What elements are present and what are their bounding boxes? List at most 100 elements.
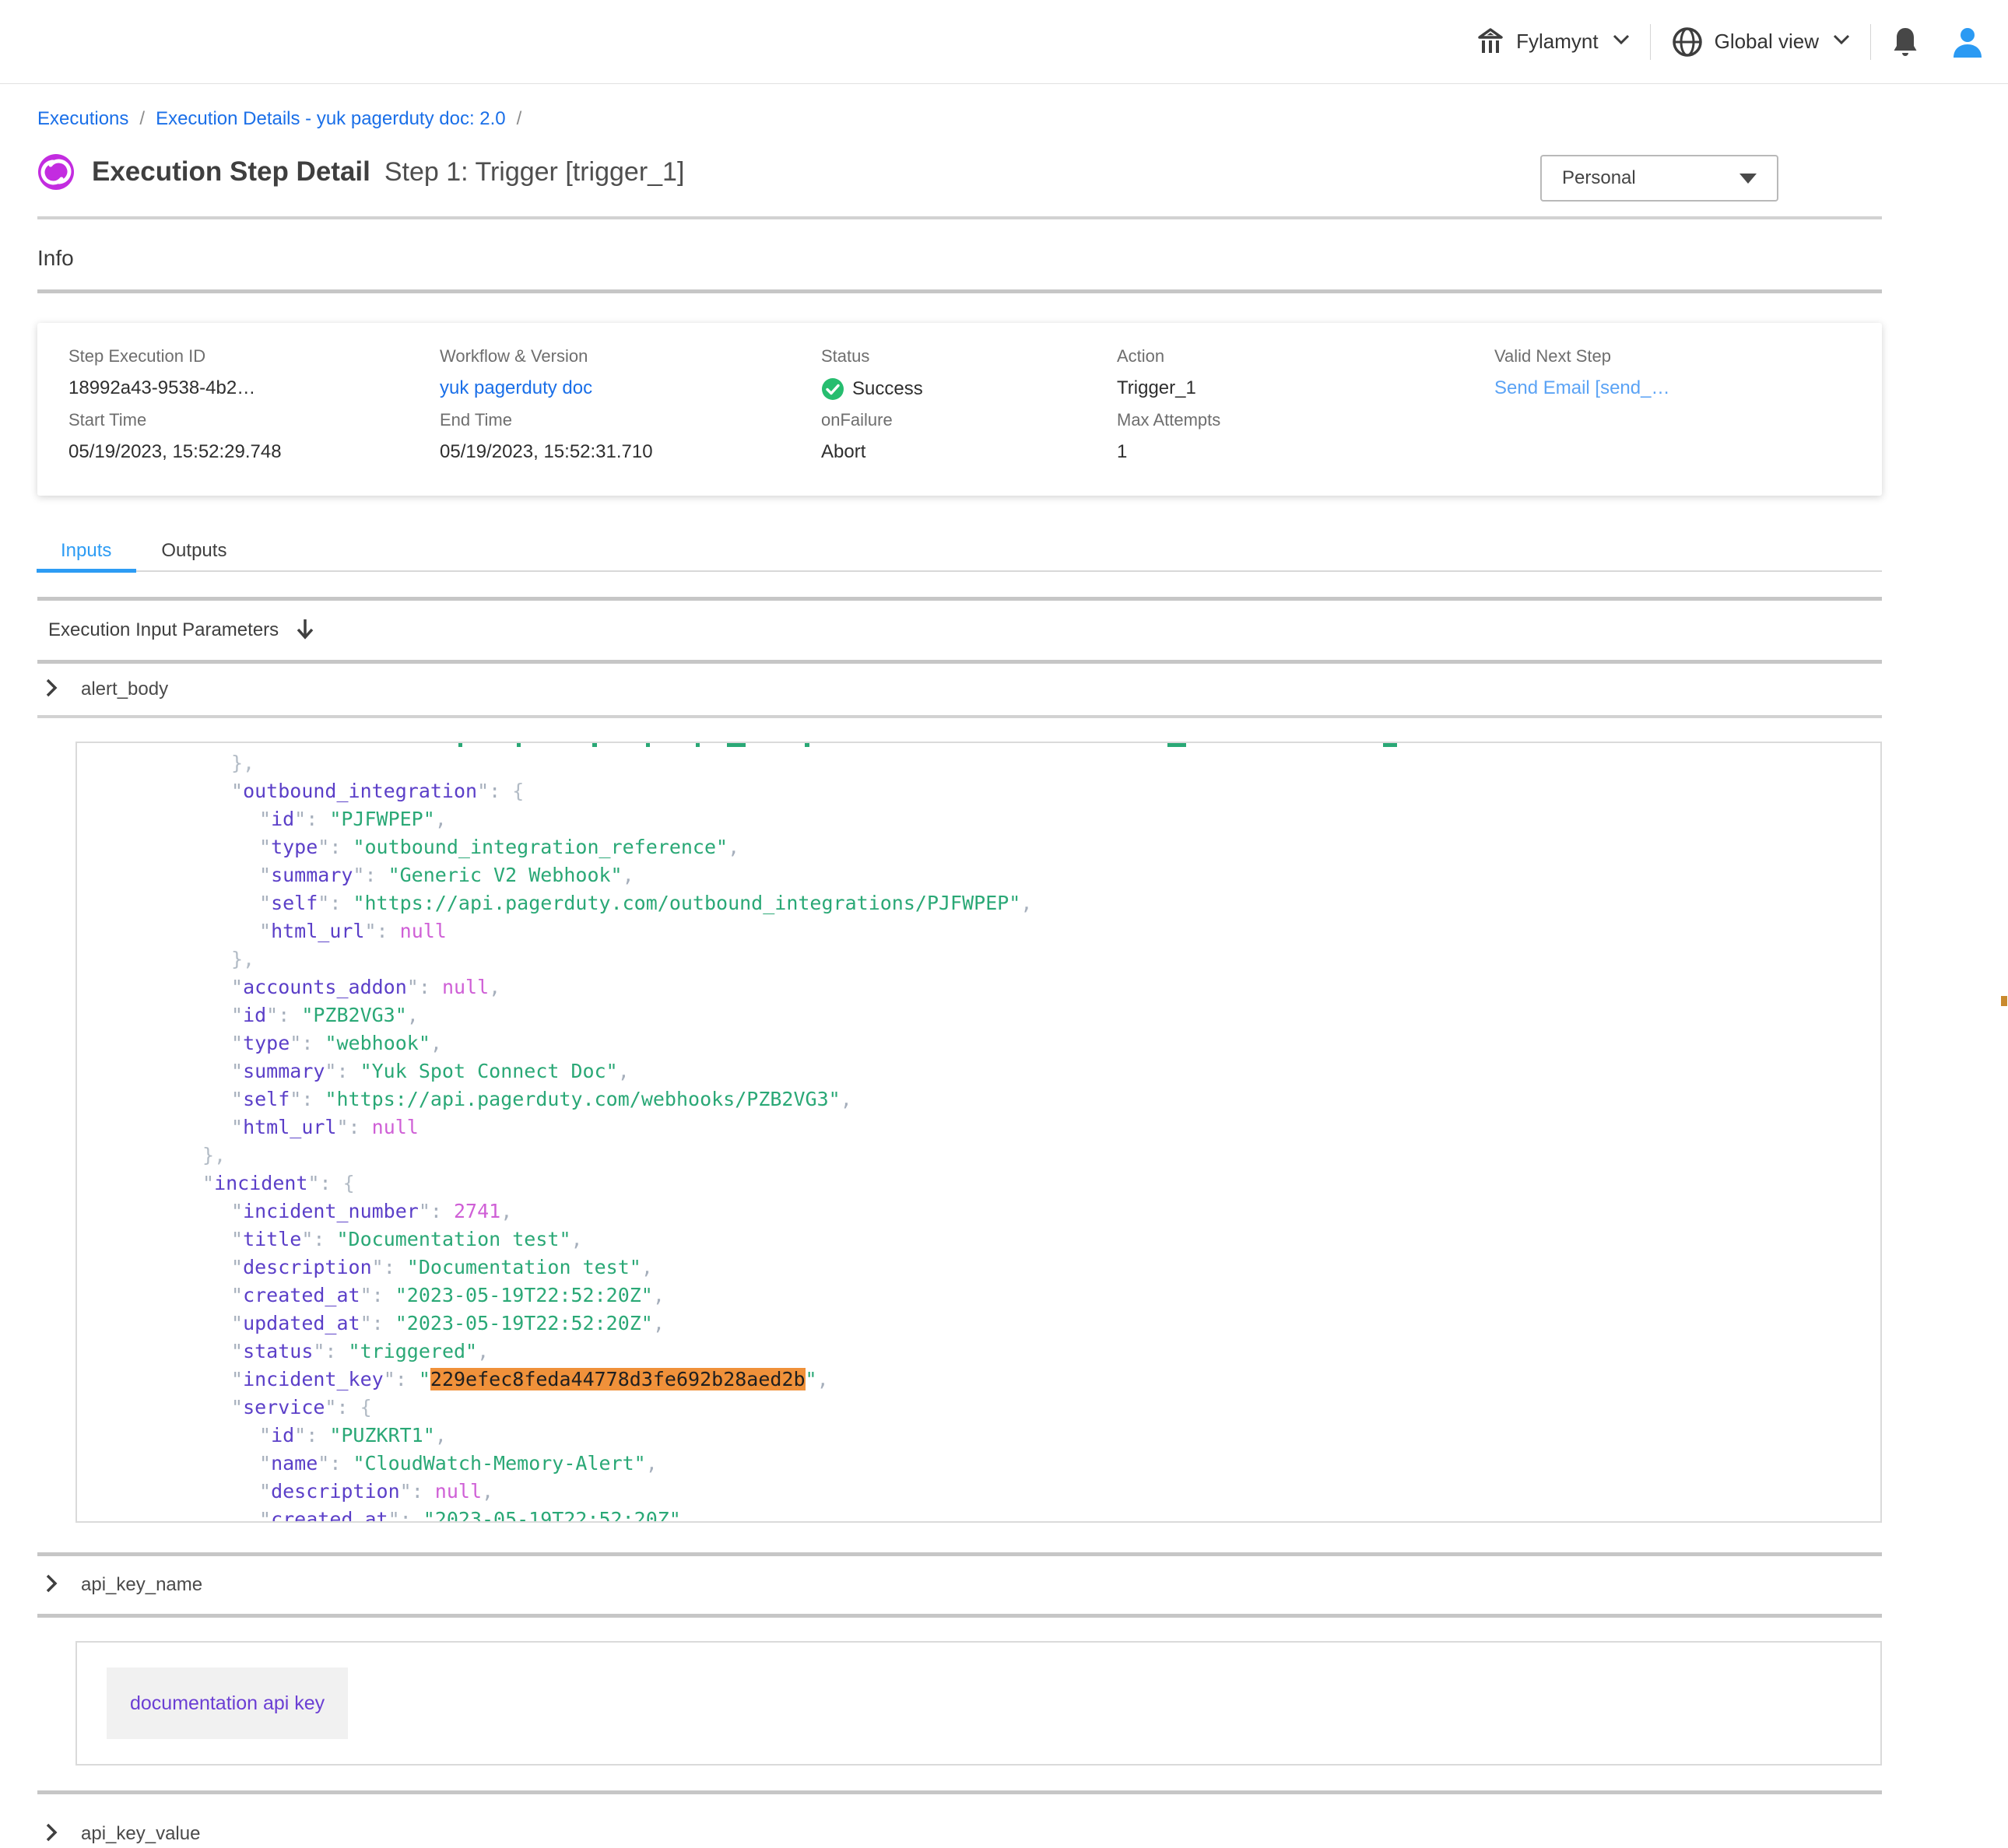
field-value-link[interactable]: yuk pagerduty doc bbox=[440, 377, 592, 398]
status-badge: Success bbox=[821, 377, 1117, 401]
field-value: 05/19/2023, 15:52:31.710 bbox=[440, 441, 821, 463]
chevron-down-icon bbox=[1833, 34, 1850, 49]
execution-input-parameters-header: Execution Input Parameters bbox=[37, 601, 1882, 660]
bank-icon bbox=[1476, 26, 1505, 58]
code-line: "title": "Documentation test", bbox=[77, 1226, 1880, 1254]
param-label: api_key_value bbox=[81, 1823, 200, 1845]
notifications-button[interactable] bbox=[1891, 26, 1919, 58]
param-row-api-key-value[interactable]: api_key_value bbox=[37, 1805, 1882, 1848]
code-line: "status": "triggered", bbox=[77, 1338, 1880, 1366]
code-line: "self": "https://api.pagerduty.com/webho… bbox=[77, 1085, 1880, 1113]
param-label: alert_body bbox=[81, 679, 168, 700]
arrow-down-icon[interactable] bbox=[296, 618, 314, 643]
field-value-link[interactable]: Send Email [send_… bbox=[1494, 377, 1669, 398]
field-label: Max Attempts bbox=[1117, 410, 1494, 430]
breadcrumb-executions-link[interactable]: Executions bbox=[37, 108, 128, 130]
divider bbox=[37, 715, 1882, 718]
code-line: "updated_at": "2023-05-19T22:52:20Z", bbox=[77, 1310, 1880, 1338]
page-subtitle: Step 1: Trigger [trigger_1] bbox=[384, 157, 685, 188]
topbar-divider bbox=[1650, 24, 1651, 60]
code-line: "description": "Documentation test", bbox=[77, 1254, 1880, 1282]
execution-step-detail-page: Fylamynt Global view bbox=[0, 0, 2008, 1848]
breadcrumb-separator: / bbox=[517, 108, 522, 130]
info-field-5: Start Time 05/19/2023, 15:52:29.748 bbox=[68, 410, 440, 474]
topbar-divider bbox=[1870, 24, 1871, 60]
code-line: "type": "webhook", bbox=[77, 1029, 1880, 1057]
view-menu[interactable]: Global view bbox=[1671, 26, 1850, 58]
code-line: "self": "https://api.pagerduty.com/outbo… bbox=[77, 889, 1880, 917]
info-field-9 bbox=[1494, 410, 1851, 474]
field-value: 18992a43-9538-4b2… bbox=[68, 377, 440, 399]
api-key-name-value-box: documentation api key bbox=[75, 1641, 1882, 1766]
code-line: "id": "PJFWPEP", bbox=[77, 805, 1880, 833]
code-line: }, bbox=[77, 945, 1880, 973]
info-field-3: Action Trigger_1 bbox=[1117, 346, 1494, 410]
org-menu[interactable]: Fylamynt bbox=[1476, 26, 1629, 58]
divider bbox=[37, 289, 1882, 293]
field-label: Action bbox=[1117, 346, 1494, 366]
field-value: 05/19/2023, 15:52:29.748 bbox=[68, 441, 440, 463]
field-value: 1 bbox=[1117, 441, 1494, 463]
breadcrumb-separator: / bbox=[139, 108, 145, 130]
code-line: "accounts_addon": null, bbox=[77, 973, 1880, 1001]
field-label: Status bbox=[821, 346, 1117, 366]
scrollbar-find-marker bbox=[2001, 996, 2007, 1006]
param-label: api_key_name bbox=[81, 1574, 202, 1596]
code-line: "incident_number": 2741, bbox=[77, 1198, 1880, 1226]
code-line: "html_url": null bbox=[77, 917, 1880, 945]
scope-select-value: Personal bbox=[1562, 167, 1636, 189]
clipped-code-line bbox=[77, 743, 1880, 749]
globe-icon bbox=[1671, 26, 1704, 58]
field-value: Trigger_1 bbox=[1117, 377, 1494, 399]
code-line: "summary": "Yuk Spot Connect Doc", bbox=[77, 1057, 1880, 1085]
breadcrumb: Executions / Execution Details - yuk pag… bbox=[37, 107, 1882, 131]
code-line: "summary": "Generic V2 Webhook", bbox=[77, 861, 1880, 889]
param-row-alert-body[interactable]: alert_body bbox=[37, 664, 1882, 715]
code-line: "outbound_integration": { bbox=[77, 777, 1880, 805]
avatar bbox=[1950, 25, 1985, 59]
code-line: "description": null, bbox=[77, 1478, 1880, 1506]
section-label: Execution Input Parameters bbox=[48, 619, 279, 641]
code-line: "type": "outbound_integration_reference"… bbox=[77, 833, 1880, 861]
info-field-6: End Time 05/19/2023, 15:52:31.710 bbox=[440, 410, 821, 474]
success-check-icon bbox=[821, 377, 844, 401]
code-line: "incident": { bbox=[77, 1169, 1880, 1198]
org-name: Fylamynt bbox=[1516, 30, 1598, 54]
info-field-7: onFailure Abort bbox=[821, 410, 1117, 474]
tab-inputs[interactable]: Inputs bbox=[37, 531, 136, 570]
info-card: Step Execution ID18992a43-9538-4b2…Workf… bbox=[37, 323, 1882, 496]
field-label: onFailure bbox=[821, 410, 1117, 430]
bell-icon bbox=[1891, 26, 1919, 58]
tab-outputs[interactable]: Outputs bbox=[136, 531, 251, 570]
tab-bar: InputsOutputs bbox=[37, 531, 1882, 572]
main-content: Executions / Execution Details - yuk pag… bbox=[37, 107, 1882, 1848]
chevron-down-icon bbox=[1613, 34, 1630, 49]
alert-body-json-viewer[interactable]: }, "outbound_integration": {"id": "PJFWPE… bbox=[75, 742, 1882, 1523]
field-label: Step Execution ID bbox=[68, 346, 440, 366]
code-line: "created_at": "2023-05-19T22:52:20Z", bbox=[77, 1282, 1880, 1310]
info-field-0: Step Execution ID 18992a43-9538-4b2… bbox=[68, 346, 440, 410]
workflow-logo-icon bbox=[37, 153, 75, 191]
code-line: "id": "PZB2VG3", bbox=[77, 1001, 1880, 1029]
highlighted-incident-key: 229efec8feda44778d3fe692b28aed2b bbox=[430, 1368, 806, 1390]
account-button[interactable] bbox=[1950, 25, 1985, 59]
code-line: "created_at": "2023-05-19T22:52:20Z" bbox=[77, 1506, 1880, 1523]
code-line: }, bbox=[77, 1141, 1880, 1169]
field-label: Start Time bbox=[68, 410, 440, 430]
divider bbox=[37, 216, 1882, 219]
scope-select[interactable]: Personal bbox=[1540, 155, 1778, 202]
param-row-api-key-name[interactable]: api_key_name bbox=[37, 1556, 1882, 1614]
code-line: "incident_key": "229efec8feda44778d3fe69… bbox=[77, 1366, 1880, 1394]
breadcrumb-execution-details-link[interactable]: Execution Details - yuk pagerduty doc: 2… bbox=[156, 108, 506, 130]
info-field-4: Valid Next Step Send Email [send_… bbox=[1494, 346, 1851, 410]
chevron-right-icon bbox=[45, 678, 58, 702]
api-key-name-chip: documentation api key bbox=[107, 1667, 348, 1739]
field-value: Success bbox=[852, 378, 923, 400]
info-field-8: Max Attempts 1 bbox=[1117, 410, 1494, 474]
code-line: "id": "PUZKRT1", bbox=[77, 1422, 1880, 1450]
field-value: Abort bbox=[821, 441, 1117, 463]
view-name: Global view bbox=[1715, 30, 1819, 54]
field-label: End Time bbox=[440, 410, 821, 430]
info-field-2: Status Success bbox=[821, 346, 1117, 410]
field-label: Valid Next Step bbox=[1494, 346, 1851, 366]
